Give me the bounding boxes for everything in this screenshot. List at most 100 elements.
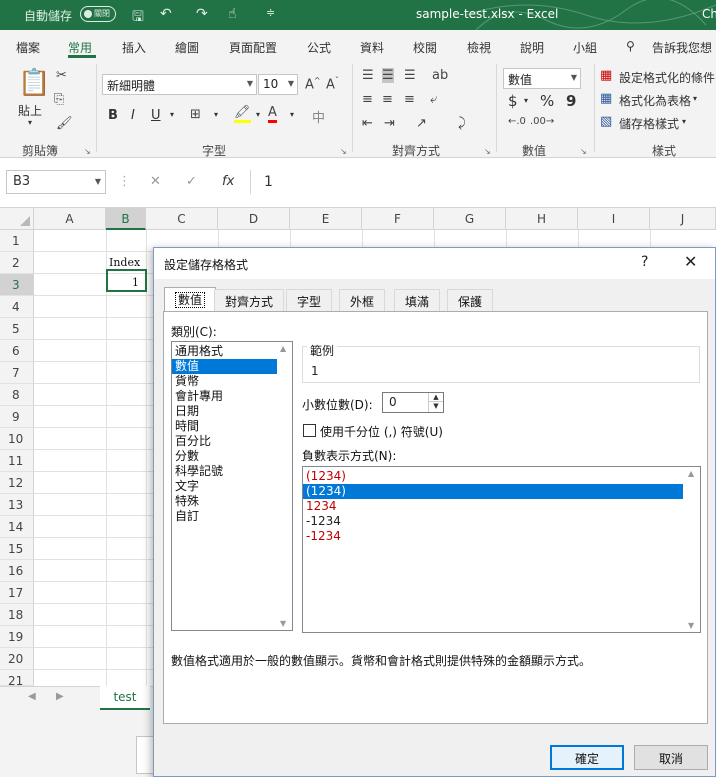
tell-me-box[interactable]: 告訴我您想 bbox=[652, 39, 712, 56]
category-item[interactable]: 文字 bbox=[172, 479, 292, 494]
tab-page-layout[interactable]: 頁面配置 bbox=[229, 39, 277, 56]
underline-dropdown-icon[interactable]: ▾ bbox=[170, 110, 174, 119]
increase-decimal-icon[interactable]: ←.0 bbox=[508, 116, 526, 127]
row-header-9[interactable]: 9 bbox=[0, 406, 34, 428]
cancel-entry-icon[interactable]: ✕ bbox=[150, 174, 161, 189]
font-color-icon[interactable]: A bbox=[268, 106, 277, 123]
touch-mode-icon[interactable]: ☝ bbox=[228, 6, 237, 22]
tab-view[interactable]: 檢視 bbox=[467, 39, 491, 56]
cell-styles-button[interactable]: 儲存格樣式 bbox=[619, 115, 679, 132]
column-header-b[interactable]: B bbox=[106, 208, 146, 230]
font-name-combo[interactable]: 新細明體 ▼ bbox=[102, 74, 257, 95]
row-header-6[interactable]: 6 bbox=[0, 340, 34, 362]
font-size-combo[interactable]: 10 ▼ bbox=[258, 74, 298, 95]
confirm-entry-icon[interactable]: ✓ bbox=[186, 174, 197, 189]
tab-draw[interactable]: 繪圖 bbox=[175, 39, 199, 56]
number-format-combo[interactable]: 數值 ▼ bbox=[503, 68, 581, 89]
row-header-14[interactable]: 14 bbox=[0, 516, 34, 538]
category-item[interactable]: 會計專用 bbox=[172, 389, 292, 404]
scroll-down-icon[interactable]: ▼ bbox=[280, 619, 286, 628]
column-header-h[interactable]: H bbox=[506, 208, 578, 230]
next-sheet-icon[interactable]: ▶ bbox=[56, 691, 64, 702]
fill-dropdown-icon[interactable]: ▾ bbox=[256, 110, 260, 119]
tab-insert[interactable]: 插入 bbox=[122, 39, 146, 56]
decimal-places-stepper[interactable]: 0 ▲ ▼ bbox=[382, 392, 444, 413]
align-top-icon[interactable]: ☰ bbox=[362, 68, 374, 83]
format-painter-icon[interactable]: 🖌 bbox=[56, 116, 73, 131]
tab-number[interactable]: 數值 bbox=[164, 287, 217, 312]
cell-styles-dropdown-icon[interactable]: ▾ bbox=[682, 117, 686, 126]
font-color-dropdown-icon[interactable]: ▾ bbox=[290, 110, 294, 119]
save-icon[interactable]: 🖫 bbox=[132, 6, 144, 30]
increase-indent-icon[interactable]: ⇥ bbox=[384, 116, 395, 131]
percent-button[interactable]: % bbox=[540, 92, 554, 110]
scroll-up-icon[interactable]: ▲ bbox=[280, 344, 286, 353]
formula-input[interactable]: 1 bbox=[264, 174, 273, 190]
tab-formulas[interactable]: 公式 bbox=[307, 39, 331, 56]
underline-button[interactable]: U bbox=[151, 108, 161, 123]
align-bottom-icon[interactable]: ☰ bbox=[404, 68, 416, 83]
column-header-e[interactable]: E bbox=[290, 208, 362, 230]
negative-format-item[interactable]: (1234) bbox=[303, 469, 700, 484]
tab-team[interactable]: 小組 bbox=[573, 39, 597, 56]
decrease-decimal-icon[interactable]: .00→ bbox=[530, 116, 554, 127]
decrease-font-icon[interactable]: Aˇ bbox=[326, 76, 339, 92]
tab-data[interactable]: 資料 bbox=[360, 39, 384, 56]
column-header-d[interactable]: D bbox=[218, 208, 290, 230]
column-header-j[interactable]: J bbox=[650, 208, 716, 230]
tab-fill[interactable]: 填滿 bbox=[394, 289, 441, 311]
insert-function-icon[interactable]: fx bbox=[222, 174, 234, 189]
tab-font[interactable]: 字型 bbox=[286, 289, 333, 311]
row-header-8[interactable]: 8 bbox=[0, 384, 34, 406]
category-item[interactable]: 特殊 bbox=[172, 494, 292, 509]
category-item[interactable]: 日期 bbox=[172, 404, 292, 419]
stepper-up-icon[interactable]: ▲ bbox=[429, 393, 443, 402]
stepper-down-icon[interactable]: ▼ bbox=[429, 402, 443, 411]
help-button[interactable]: ? bbox=[641, 254, 648, 270]
phonetic-icon[interactable]: 中 bbox=[312, 107, 325, 126]
cut-icon[interactable]: ✂ bbox=[56, 68, 67, 83]
border-dropdown-icon[interactable]: ▾ bbox=[214, 110, 218, 119]
negative-numbers-listbox[interactable]: (1234) (1234) 1234 -1234 -1234 ▲ ▼ bbox=[302, 466, 701, 633]
paste-button[interactable]: 貼上 bbox=[18, 102, 42, 119]
decrease-indent-icon[interactable]: ⇤ bbox=[362, 116, 373, 131]
column-header-c[interactable]: C bbox=[146, 208, 218, 230]
comma-button[interactable]: 9 bbox=[566, 92, 576, 110]
row-header-4[interactable]: 4 bbox=[0, 296, 34, 318]
row-header-2[interactable]: 2 bbox=[0, 252, 34, 274]
format-as-table-button[interactable]: 格式化為表格 bbox=[619, 92, 691, 109]
customize-qat-icon[interactable]: ≑ bbox=[266, 6, 275, 19]
scroll-up-icon[interactable]: ▲ bbox=[688, 469, 694, 478]
font-launcher-icon[interactable]: ↘ bbox=[340, 147, 347, 156]
tab-review[interactable]: 校閱 bbox=[413, 39, 437, 56]
select-all-button[interactable] bbox=[0, 208, 34, 230]
category-item[interactable]: 自訂 bbox=[172, 509, 292, 524]
align-right-icon[interactable]: ≡ bbox=[404, 92, 415, 107]
border-icon[interactable]: ⊞ bbox=[190, 107, 201, 122]
search-icon[interactable]: ⚲ bbox=[626, 39, 635, 53]
row-header-1[interactable]: 1 bbox=[0, 230, 34, 252]
column-header-a[interactable]: A bbox=[34, 208, 106, 230]
negative-format-item[interactable]: 1234 bbox=[303, 499, 700, 514]
negative-format-item[interactable]: (1234) bbox=[303, 484, 683, 499]
currency-dropdown-icon[interactable]: ▾ bbox=[524, 96, 528, 105]
cancel-button[interactable]: 取消 bbox=[634, 745, 708, 770]
name-box[interactable]: B3 ▼ bbox=[6, 170, 106, 194]
italic-button[interactable]: I bbox=[131, 108, 135, 123]
negative-scrollbar[interactable]: ▲ ▼ bbox=[685, 467, 700, 632]
autosave-toggle[interactable]: 關閉 bbox=[80, 6, 116, 22]
row-header-16[interactable]: 16 bbox=[0, 560, 34, 582]
redo-icon[interactable]: ↷ bbox=[196, 6, 208, 22]
column-header-i[interactable]: I bbox=[578, 208, 650, 230]
bold-button[interactable]: B bbox=[108, 108, 118, 123]
align-middle-icon[interactable]: ☰ bbox=[382, 68, 394, 83]
copy-icon[interactable]: ⎘ bbox=[54, 92, 64, 107]
row-header-20[interactable]: 20 bbox=[0, 648, 34, 670]
merge-center-icon[interactable]: ⤸ bbox=[458, 116, 466, 131]
row-header-10[interactable]: 10 bbox=[0, 428, 34, 450]
clipboard-launcher-icon[interactable]: ↘ bbox=[84, 147, 91, 156]
row-header-5[interactable]: 5 bbox=[0, 318, 34, 340]
increase-font-icon[interactable]: A^ bbox=[305, 76, 321, 92]
negative-format-item[interactable]: -1234 bbox=[303, 514, 700, 529]
prev-sheet-icon[interactable]: ◀ bbox=[28, 691, 36, 702]
